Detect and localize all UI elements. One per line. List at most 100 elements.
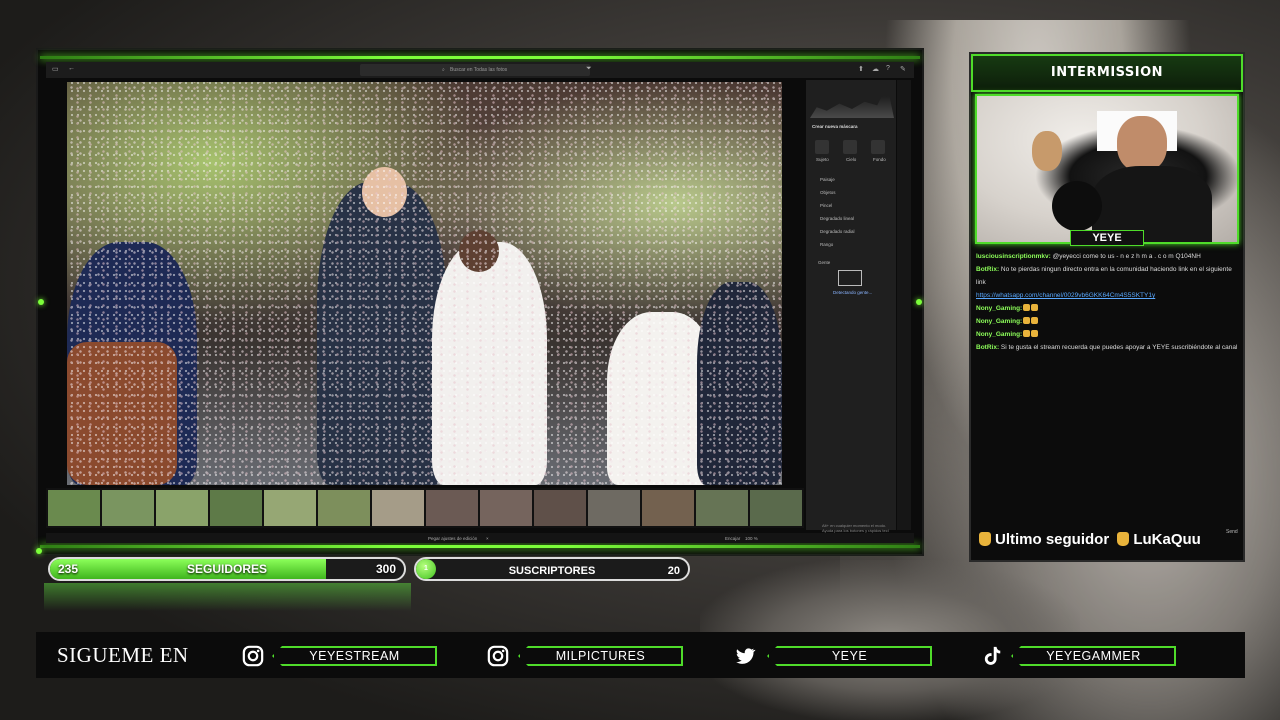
mask-tool-range[interactable]: Rango — [820, 242, 833, 247]
microphone — [1052, 181, 1102, 231]
mask-sky-label: Cielo — [846, 157, 857, 162]
chat-send-button[interactable]: Send — [1226, 529, 1238, 535]
followers-glow — [44, 583, 411, 611]
chat-username: BotRix: — [976, 344, 1000, 351]
filmstrip-thumb[interactable] — [588, 490, 640, 526]
social-handle-milpictures[interactable]: MILPICTURES — [518, 646, 683, 666]
emote-icon — [1031, 317, 1039, 324]
rock-hand-icon — [979, 532, 991, 546]
filmstrip-thumb[interactable] — [750, 490, 802, 526]
tools-strip — [897, 80, 911, 530]
webcam-feed — [975, 94, 1239, 244]
social-handle-label: MILPICTURES — [555, 649, 646, 663]
panel-toggle-icon[interactable]: ▭ — [52, 65, 59, 73]
social-handle-label: YEYE — [831, 649, 868, 663]
chat-message: Nony_Gaming: — [976, 328, 1242, 341]
last-follower-ticker: Ultimo seguidor LuKaQuu — [975, 522, 1239, 558]
chat-message: https://whatsapp.com/channel/0029vb6GKK6… — [976, 289, 1242, 302]
paste-settings-tab[interactable]: Pegar ajustes de edición — [428, 536, 477, 541]
cloud-icon[interactable]: ☁ — [872, 65, 879, 73]
emote-icon — [1023, 304, 1031, 311]
instagram-icon[interactable] — [487, 645, 509, 667]
mask-subject-label: Sujeto — [816, 157, 829, 162]
filmstrip-thumb[interactable] — [480, 490, 532, 526]
mask-tool-brush[interactable]: Pincel — [820, 203, 832, 208]
chat-text: Si te gusta el stream recuerda que puede… — [1000, 344, 1238, 351]
subscribers-goal: 20 — [667, 565, 680, 577]
mask-panel-title: Crear nueva máscara — [812, 124, 858, 129]
close-tab-icon[interactable]: × — [486, 536, 489, 541]
filmstrip-thumb[interactable] — [156, 490, 208, 526]
mask-tool-radial-gradient[interactable]: Degradado radial — [820, 229, 855, 234]
last-follower-label: Ultimo seguidor — [995, 531, 1110, 548]
subscribers-label: SUSCRIPTORES — [508, 565, 596, 577]
chat-log: lusciousinscriptionmkv: @yeyecci come to… — [972, 250, 1242, 520]
chat-text: @yeyecci come to us - n e z h m a . c o … — [1052, 253, 1201, 260]
subscribers-progress-fill: 1 — [416, 559, 436, 579]
filmstrip-thumb[interactable] — [696, 490, 748, 526]
frame-dot-corner — [36, 548, 42, 554]
mask-background-label: Fondo — [873, 157, 886, 162]
frame-glow-top — [40, 56, 920, 59]
mask-subject-button[interactable] — [815, 140, 829, 154]
wedding-photo[interactable] — [67, 82, 782, 485]
filmstrip-thumb[interactable] — [48, 490, 100, 526]
search-placeholder: Buscar en Todas las fotos — [450, 67, 508, 73]
mask-background-button[interactable] — [871, 140, 885, 154]
zoom-value[interactable]: 100 % — [745, 536, 758, 541]
emote-icon — [1031, 304, 1039, 311]
social-handle-yeyestream[interactable]: YEYESTREAM — [272, 646, 437, 666]
frame-glow-bottom — [40, 545, 920, 548]
mask-sky-button[interactable] — [843, 140, 857, 154]
mask-tool-landscape[interactable]: Paisaje — [820, 177, 835, 182]
mask-tool-linear-gradient[interactable]: Degradado lineal — [820, 216, 854, 221]
hint-text: Alt+ en cualquier momento el modo. Ayuda… — [822, 523, 889, 533]
filter-icon[interactable]: ⏷ — [586, 65, 592, 73]
webcam-name-tag: YEYE — [1070, 230, 1144, 246]
chat-message: BotRix: Si te gusta el stream recuerda q… — [976, 341, 1242, 354]
social-handle-yeyegammer[interactable]: YEYEGAMMER — [1011, 646, 1176, 666]
filmstrip-thumb[interactable] — [210, 490, 262, 526]
edit-icon[interactable]: ✎ — [900, 65, 906, 73]
followers-goal: 300 — [375, 562, 396, 576]
subscribers-progress-bar: SUSCRIPTORES 20 — [414, 557, 690, 581]
chat-message: Nony_Gaming: — [976, 315, 1242, 328]
chat-username: lusciousinscriptionmkv: — [976, 253, 1051, 260]
instagram-icon[interactable] — [242, 645, 264, 667]
chat-link[interactable]: https://whatsapp.com/channel/0029vb6GKK6… — [976, 292, 1155, 299]
emote-icon — [1023, 317, 1031, 324]
chat-username: Nony_Gaming: — [976, 305, 1023, 312]
twitter-icon[interactable] — [734, 645, 756, 667]
emote-icon — [1023, 330, 1031, 337]
app-search-input[interactable]: ⌕ Buscar en Todas las fotos — [360, 64, 590, 76]
mask-tool-objects[interactable]: Objetos — [820, 190, 836, 195]
chat-message: Nony_Gaming: — [976, 302, 1242, 315]
chat-username: Nony_Gaming: — [976, 318, 1023, 325]
social-handle-label: YEYESTREAM — [309, 649, 400, 663]
help-icon[interactable]: ? — [886, 65, 890, 72]
filmstrip-thumb[interactable] — [534, 490, 586, 526]
filmstrip-thumb[interactable] — [102, 490, 154, 526]
rock-hand-icon — [1117, 532, 1130, 546]
chat-username: Nony_Gaming: — [976, 331, 1023, 338]
confetti-overlay — [67, 82, 782, 485]
people-image-icon — [838, 270, 862, 286]
tiktok-icon[interactable] — [981, 645, 1003, 667]
back-arrow-icon[interactable]: ← — [68, 65, 75, 72]
filmstrip-thumb[interactable] — [264, 490, 316, 526]
filmstrip-thumb[interactable] — [426, 490, 478, 526]
filmstrip — [46, 488, 804, 528]
people-section-label: Gente — [818, 260, 831, 265]
followers-progress-labels: 235 SEGUIDORES 300 — [48, 557, 406, 581]
social-heading: SIGUEME EN — [57, 643, 189, 667]
teddy-bear — [1032, 131, 1062, 171]
social-handle-yeye[interactable]: YEYE — [767, 646, 932, 666]
share-icon[interactable]: ⬆ — [858, 65, 864, 73]
frame-dot-right — [916, 299, 922, 305]
social-handle-label: YEYEGAMMER — [1046, 649, 1141, 663]
filmstrip-thumb[interactable] — [372, 490, 424, 526]
zoom-fit-label[interactable]: Encajar — [725, 536, 740, 541]
filmstrip-thumb[interactable] — [642, 490, 694, 526]
filmstrip-thumb[interactable] — [318, 490, 370, 526]
chat-username: BotRix: — [976, 266, 1000, 273]
